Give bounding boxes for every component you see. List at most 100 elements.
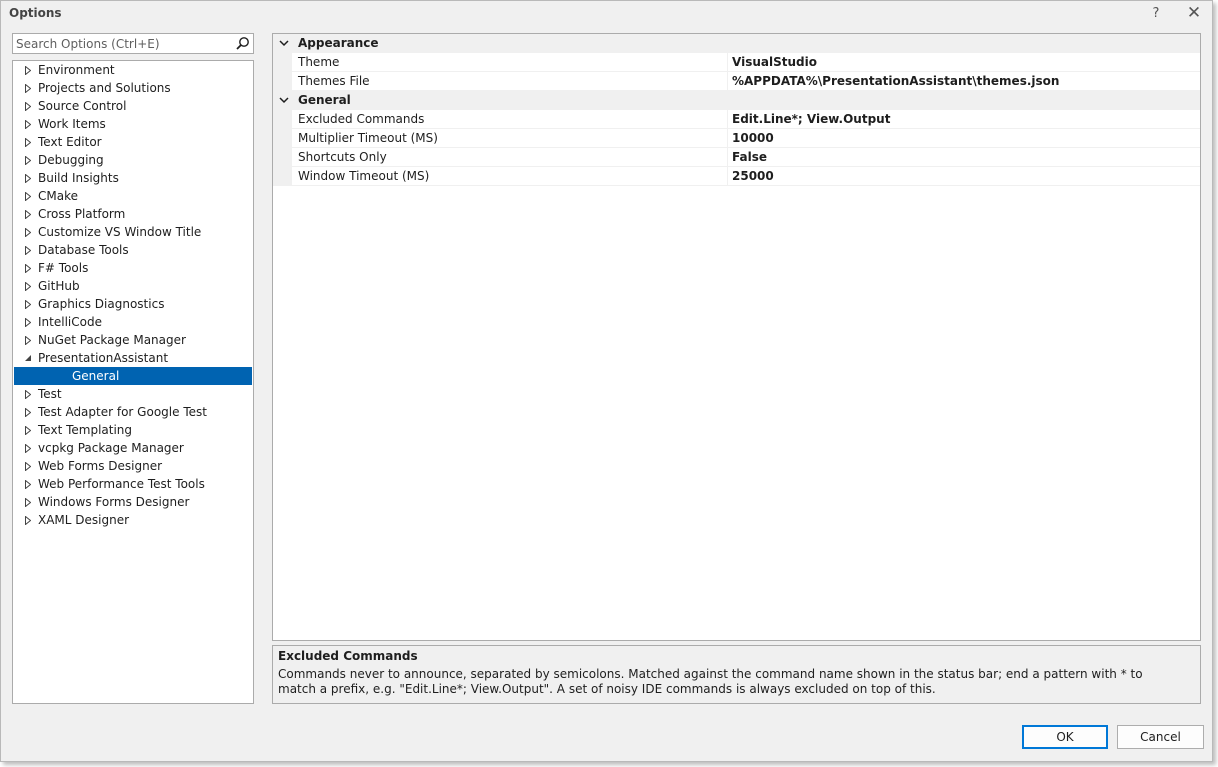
search-icon[interactable] [235, 36, 250, 51]
property-row[interactable]: Theme VisualStudio [273, 53, 1200, 72]
property-row[interactable]: Themes File %APPDATA%\PresentationAssista… [273, 72, 1200, 91]
tree-item[interactable]: Graphics Diagnostics [13, 295, 253, 313]
tree-item[interactable]: Database Tools [13, 241, 253, 259]
tree-item[interactable]: Debugging [13, 151, 253, 169]
row-gutter [273, 53, 292, 72]
collapsed-arrow-icon[interactable] [23, 223, 33, 241]
category-label: General [298, 93, 351, 107]
collapsed-arrow-icon[interactable] [23, 331, 33, 349]
tree-item-label: Web Performance Test Tools [38, 477, 205, 491]
collapsed-arrow-icon[interactable] [23, 439, 33, 457]
close-button[interactable]: ✕ [1182, 3, 1206, 23]
collapsed-arrow-icon[interactable] [23, 259, 33, 277]
property-value[interactable]: VisualStudio [728, 53, 1200, 72]
collapsed-arrow-icon[interactable] [23, 151, 33, 169]
category-label: Appearance [298, 36, 379, 50]
row-gutter [273, 110, 292, 129]
description-title: Excluded Commands [278, 649, 418, 663]
collapsed-arrow-icon[interactable] [23, 511, 33, 529]
collapsed-arrow-icon[interactable] [23, 133, 33, 151]
tree-item-label: vcpkg Package Manager [38, 441, 184, 455]
chevron-down-icon[interactable] [278, 34, 290, 53]
tree-item[interactable]: vcpkg Package Manager [13, 439, 253, 457]
tree-item[interactable]: Work Items [13, 115, 253, 133]
property-row[interactable]: Shortcuts Only False [273, 148, 1200, 167]
collapsed-arrow-icon[interactable] [23, 169, 33, 187]
property-value[interactable]: 10000 [728, 129, 1200, 148]
tree-item-label: Build Insights [38, 171, 119, 185]
tree-item-label: Web Forms Designer [38, 459, 163, 473]
property-value[interactable]: 25000 [728, 167, 1200, 186]
collapsed-arrow-icon[interactable] [23, 403, 33, 421]
ok-button[interactable]: OK [1022, 725, 1108, 749]
collapsed-arrow-icon[interactable] [23, 187, 33, 205]
tree-item-label: Customize VS Window Title [38, 225, 202, 239]
category-header[interactable]: General [273, 91, 1200, 110]
collapsed-arrow-icon[interactable] [23, 205, 33, 223]
tree-item-label: NuGet Package Manager [38, 333, 186, 347]
tree-item-label: F# Tools [38, 261, 89, 275]
property-value[interactable]: Edit.Line*; View.Output [728, 110, 1200, 129]
collapsed-arrow-icon[interactable] [23, 385, 33, 403]
tree-item[interactable]: Cross Platform [13, 205, 253, 223]
tree-item-label: Database Tools [38, 243, 129, 257]
collapsed-arrow-icon[interactable] [23, 313, 33, 331]
collapsed-arrow-icon[interactable] [23, 61, 33, 79]
collapsed-arrow-icon[interactable] [23, 277, 33, 295]
tree-item-label: GitHub [38, 279, 80, 293]
collapsed-arrow-icon[interactable] [23, 475, 33, 493]
tree-item[interactable]: CMake [13, 187, 253, 205]
description-text: Commands never to announce, separated by… [278, 667, 1143, 696]
tree-item[interactable]: GitHub [13, 277, 253, 295]
tree-item[interactable]: Text Templating [13, 421, 253, 439]
collapsed-arrow-icon[interactable] [23, 115, 33, 133]
expanded-arrow-icon[interactable] [23, 349, 33, 367]
property-name[interactable]: Shortcuts Only [292, 148, 728, 167]
property-name[interactable]: Theme [292, 53, 728, 72]
tree-item[interactable]: Source Control [13, 97, 253, 115]
tree-item[interactable]: Environment [13, 61, 253, 79]
property-row[interactable]: Multiplier Timeout (MS) 10000 [273, 129, 1200, 148]
search-input[interactable] [16, 35, 234, 52]
collapsed-arrow-icon[interactable] [23, 97, 33, 115]
property-name[interactable]: Multiplier Timeout (MS) [292, 129, 728, 148]
tree-item[interactable]: PresentationAssistant [13, 349, 253, 367]
property-row[interactable]: Excluded Commands Edit.Line*; View.Output [273, 110, 1200, 129]
collapsed-arrow-icon[interactable] [23, 79, 33, 97]
tree-child-item[interactable]: General [14, 367, 252, 385]
tree-item[interactable]: Web Performance Test Tools [13, 475, 253, 493]
collapsed-arrow-icon[interactable] [23, 421, 33, 439]
tree-item[interactable]: Build Insights [13, 169, 253, 187]
tree-item[interactable]: IntelliCode [13, 313, 253, 331]
property-name[interactable]: Window Timeout (MS) [292, 167, 728, 186]
options-tree: Environment Projects and Solutions Source … [12, 60, 254, 704]
property-name[interactable]: Themes File [292, 72, 728, 91]
chevron-down-icon[interactable] [278, 91, 290, 110]
property-name[interactable]: Excluded Commands [292, 110, 728, 129]
property-row[interactable]: Window Timeout (MS) 25000 [273, 167, 1200, 186]
tree-item[interactable]: Text Editor [13, 133, 253, 151]
tree-item[interactable]: Projects and Solutions [13, 79, 253, 97]
tree-item[interactable]: Test [13, 385, 253, 403]
collapsed-arrow-icon[interactable] [23, 295, 33, 313]
tree-item-label: General [72, 369, 120, 383]
collapsed-arrow-icon[interactable] [23, 493, 33, 511]
tree-item[interactable]: Test Adapter for Google Test [13, 403, 253, 421]
options-dialog: Options ? ✕ Environment Projects and Solu… [0, 0, 1213, 762]
collapsed-arrow-icon[interactable] [23, 457, 33, 475]
tree-item[interactable]: NuGet Package Manager [13, 331, 253, 349]
tree-item-label: Debugging [38, 153, 104, 167]
help-button[interactable]: ? [1144, 3, 1168, 23]
collapsed-arrow-icon[interactable] [23, 241, 33, 259]
tree-item[interactable]: Windows Forms Designer [13, 493, 253, 511]
tree-item-label: Environment [38, 63, 115, 77]
tree-item[interactable]: F# Tools [13, 259, 253, 277]
property-value[interactable]: %APPDATA%\PresentationAssistant\themes.j… [728, 72, 1200, 91]
cancel-button[interactable]: Cancel [1117, 725, 1204, 749]
category-header[interactable]: Appearance [273, 34, 1200, 53]
tree-item[interactable]: XAML Designer [13, 511, 253, 529]
tree-item[interactable]: Customize VS Window Title [13, 223, 253, 241]
tree-item[interactable]: Web Forms Designer [13, 457, 253, 475]
property-value[interactable]: False [728, 148, 1200, 167]
tree-item-label: PresentationAssistant [38, 351, 169, 365]
